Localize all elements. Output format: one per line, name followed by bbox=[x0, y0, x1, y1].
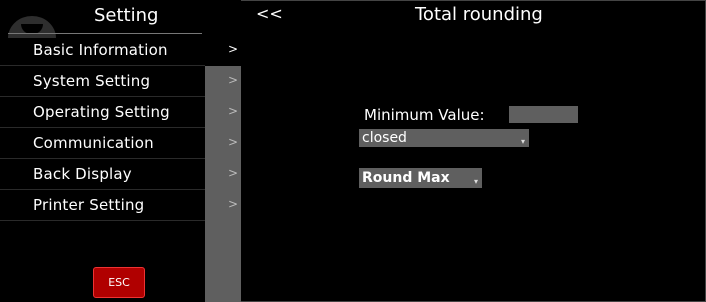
chevron-down-icon: ▾ bbox=[520, 137, 525, 146]
sidebar-title: Setting bbox=[94, 5, 159, 26]
sidebar-item-system-setting[interactable]: System Setting > bbox=[0, 66, 241, 97]
sidebar-item-label: Communication bbox=[33, 134, 154, 152]
sidebar-item-communication[interactable]: Communication > bbox=[0, 128, 241, 159]
sidebar-item-back-display[interactable]: Back Display > bbox=[0, 159, 241, 190]
chevron-right-icon: > bbox=[228, 166, 239, 180]
chevron-right-icon: > bbox=[228, 73, 239, 87]
minimum-value-input[interactable] bbox=[509, 106, 578, 123]
rounding-mode-select[interactable]: closed ▾ bbox=[359, 129, 529, 147]
sidebar-item-label: System Setting bbox=[33, 72, 151, 90]
settings-menu: Basic Information > System Setting > Ope… bbox=[0, 35, 241, 221]
sidebar-item-label: Operating Setting bbox=[33, 103, 170, 121]
page-title: Total rounding bbox=[415, 4, 543, 25]
sidebar-header: Setting bbox=[0, 0, 241, 38]
sidebar-item-label: Back Display bbox=[33, 165, 132, 183]
select-value: closed bbox=[362, 130, 407, 146]
sidebar: Setting Basic Information > System Setti… bbox=[0, 0, 241, 302]
round-type-select[interactable]: Round Max ▾ bbox=[359, 168, 482, 188]
chevron-right-icon: > bbox=[228, 197, 239, 211]
chevron-right-icon: > bbox=[228, 42, 239, 56]
sidebar-item-printer-setting[interactable]: Printer Setting > bbox=[0, 190, 241, 221]
chevron-right-icon: > bbox=[228, 135, 239, 149]
select-value: Round Max bbox=[362, 170, 450, 186]
header-divider bbox=[8, 33, 202, 34]
sidebar-item-label: Basic Information bbox=[33, 41, 168, 59]
sidebar-item-basic-information[interactable]: Basic Information > bbox=[0, 35, 241, 66]
esc-button[interactable]: ESC bbox=[93, 267, 145, 298]
chevron-down-icon: ▾ bbox=[473, 177, 478, 186]
sidebar-scrollbar[interactable] bbox=[205, 221, 241, 302]
chevron-right-icon: > bbox=[228, 104, 239, 118]
sidebar-item-label: Printer Setting bbox=[33, 196, 145, 214]
sidebar-item-operating-setting[interactable]: Operating Setting > bbox=[0, 97, 241, 128]
back-button[interactable]: << bbox=[256, 5, 283, 23]
minimum-value-label: Minimum Value: bbox=[364, 106, 485, 124]
